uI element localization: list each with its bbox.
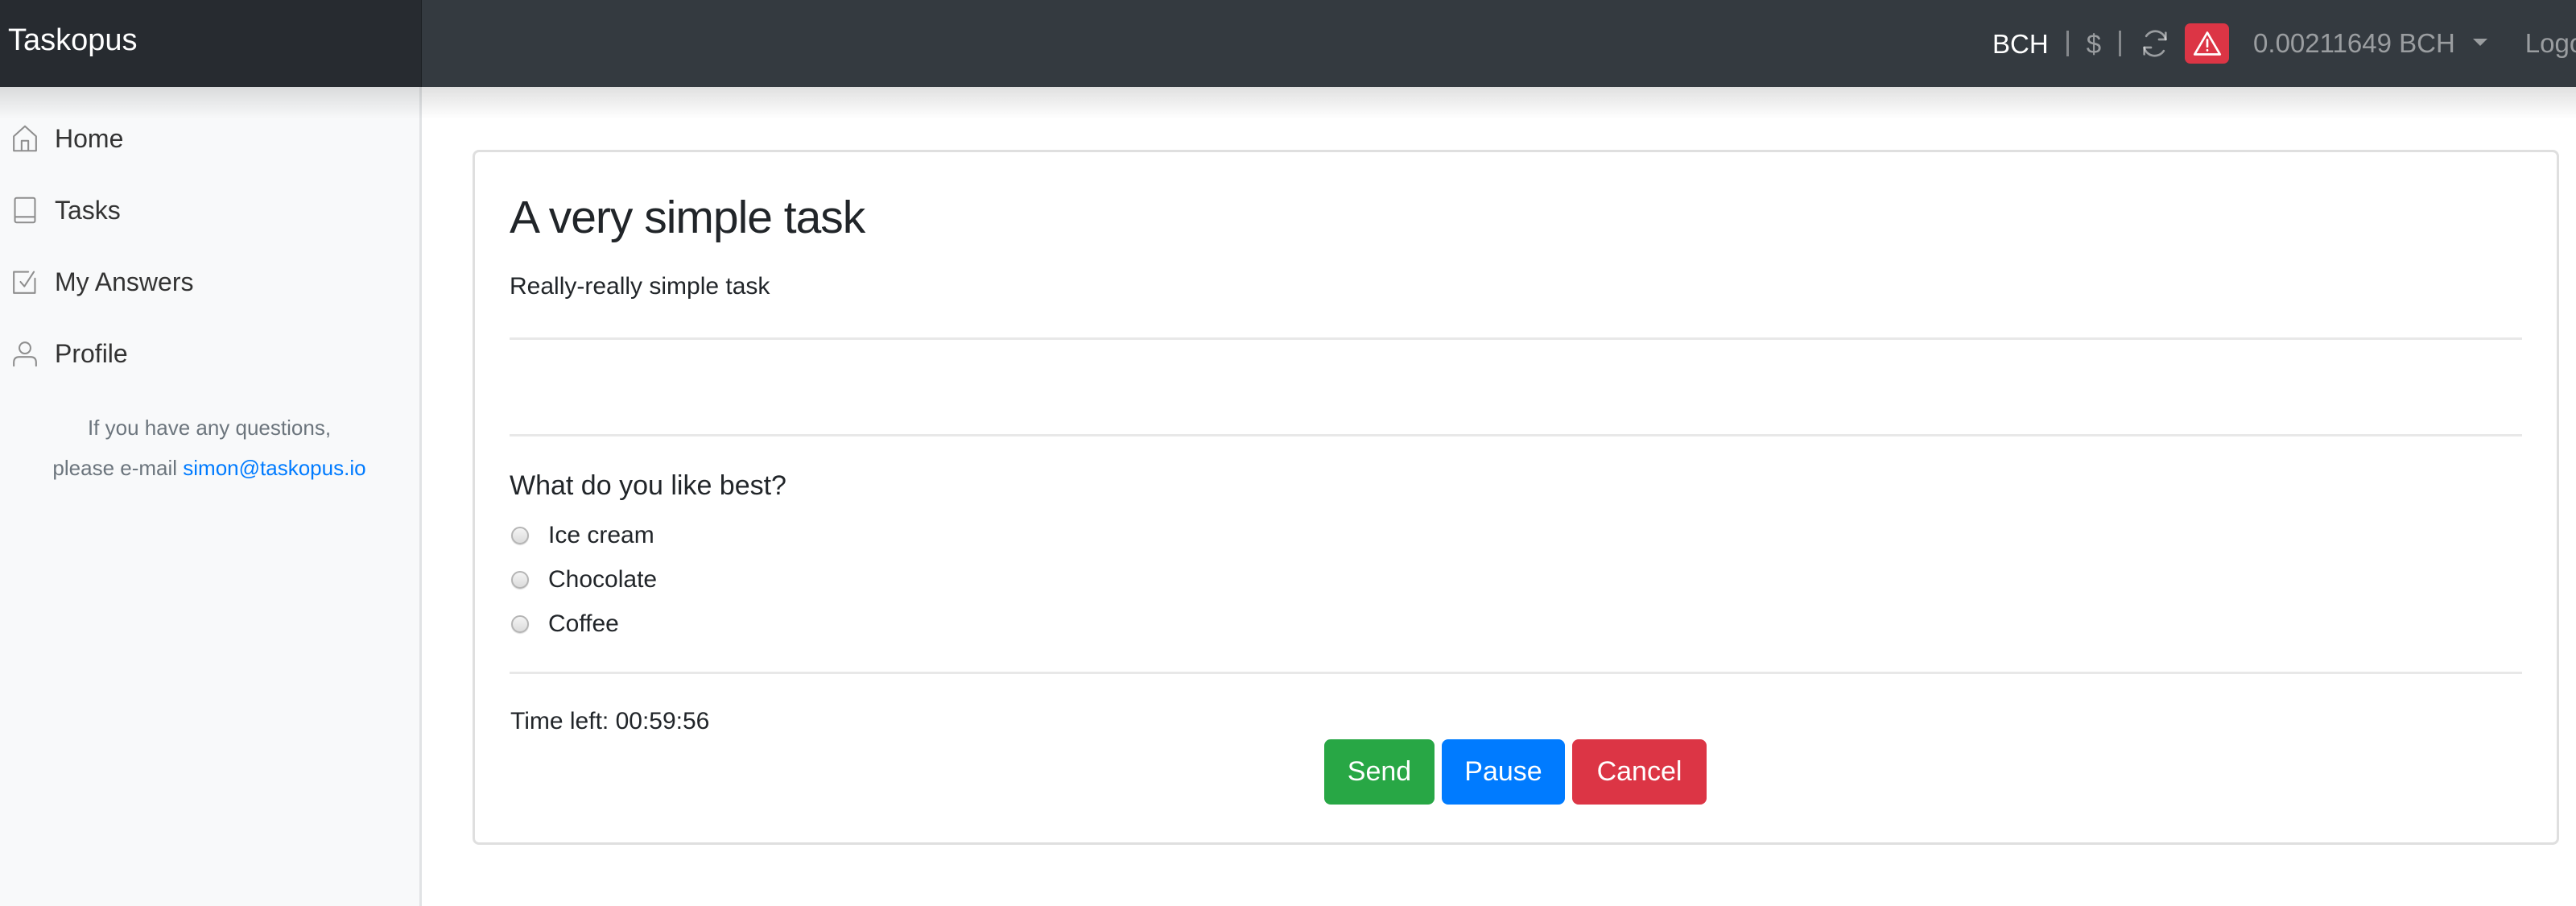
time-left: Time left: 00:59:56 <box>510 708 709 735</box>
user-icon <box>11 339 39 368</box>
contact-note-line1: If you have any questions, <box>87 416 332 440</box>
home-icon <box>11 124 39 153</box>
separator <box>2066 31 2069 56</box>
radio-button[interactable] <box>511 615 529 633</box>
refresh-icon[interactable] <box>2139 27 2171 60</box>
pause-button[interactable]: Pause <box>1442 739 1565 805</box>
sidebar-item-label: Home <box>55 123 124 153</box>
sidebar-item-label: Profile <box>55 338 128 368</box>
question-text: What do you like best? <box>510 470 786 501</box>
checkbox-icon <box>11 267 39 296</box>
action-buttons: Send Pause Cancel <box>1324 739 1707 805</box>
sidebar-item-label: My Answers <box>55 267 194 296</box>
option-label: Chocolate <box>548 566 658 593</box>
separator <box>2119 31 2122 56</box>
option-ice-cream[interactable]: Ice cream <box>510 519 654 552</box>
divider <box>510 434 2522 436</box>
navbar-right: BCH $ 0.00211649 BCH Logout <box>1992 0 2576 87</box>
caret-down-icon <box>2472 38 2487 46</box>
contact-note-line2: please e-mail simon@taskopus.io <box>0 448 419 488</box>
radio-button[interactable] <box>511 527 529 544</box>
contact-note-prefix: please e-mail <box>52 456 184 480</box>
sidebar-item-tasks[interactable]: Tasks <box>0 186 419 234</box>
balance-value: 0.00211649 BCH <box>2253 28 2455 58</box>
send-button[interactable]: Send <box>1324 739 1435 805</box>
radio-button[interactable] <box>511 571 529 589</box>
currency-bch-toggle[interactable]: BCH <box>1992 31 2049 57</box>
divider <box>510 337 2522 340</box>
alert-button[interactable] <box>2185 23 2230 64</box>
brand-logo[interactable]: Taskopus <box>0 0 422 87</box>
logout-link[interactable]: Logout <box>2525 28 2576 59</box>
cancel-button[interactable]: Cancel <box>1572 739 1707 805</box>
option-coffee[interactable]: Coffee <box>510 608 619 640</box>
contact-email-link[interactable]: simon@taskopus.io <box>183 456 365 480</box>
warning-triangle-icon <box>2193 31 2221 56</box>
top-navbar: Taskopus BCH $ 0.00211649 BCH Logout <box>0 0 2576 87</box>
task-title: A very simple task <box>510 192 865 243</box>
balance-dropdown[interactable]: 0.00211649 BCH <box>2253 28 2487 59</box>
option-chocolate[interactable]: Chocolate <box>510 564 657 596</box>
brand-text: Taskopus <box>8 23 138 57</box>
sidebar-item-home[interactable]: Home <box>0 114 419 163</box>
task-card: A very simple task Really-really simple … <box>473 150 2559 845</box>
contact-note: If you have any questions, please e-mail… <box>0 407 419 488</box>
currency-usd-toggle[interactable]: $ <box>2087 31 2101 57</box>
sidebar-item-profile[interactable]: Profile <box>0 329 419 378</box>
sidebar-item-label: Tasks <box>55 195 121 225</box>
time-left-label: Time left: <box>510 708 616 734</box>
book-icon <box>11 196 39 225</box>
sidebar: Home Tasks My Answers Profile If you hav… <box>0 87 422 906</box>
divider <box>510 672 2522 674</box>
task-description: Really-really simple task <box>510 273 770 300</box>
sidebar-item-my-answers[interactable]: My Answers <box>0 258 419 306</box>
option-label: Ice cream <box>548 522 654 548</box>
option-label: Coffee <box>548 610 619 637</box>
time-left-value: 00:59:56 <box>615 708 710 734</box>
